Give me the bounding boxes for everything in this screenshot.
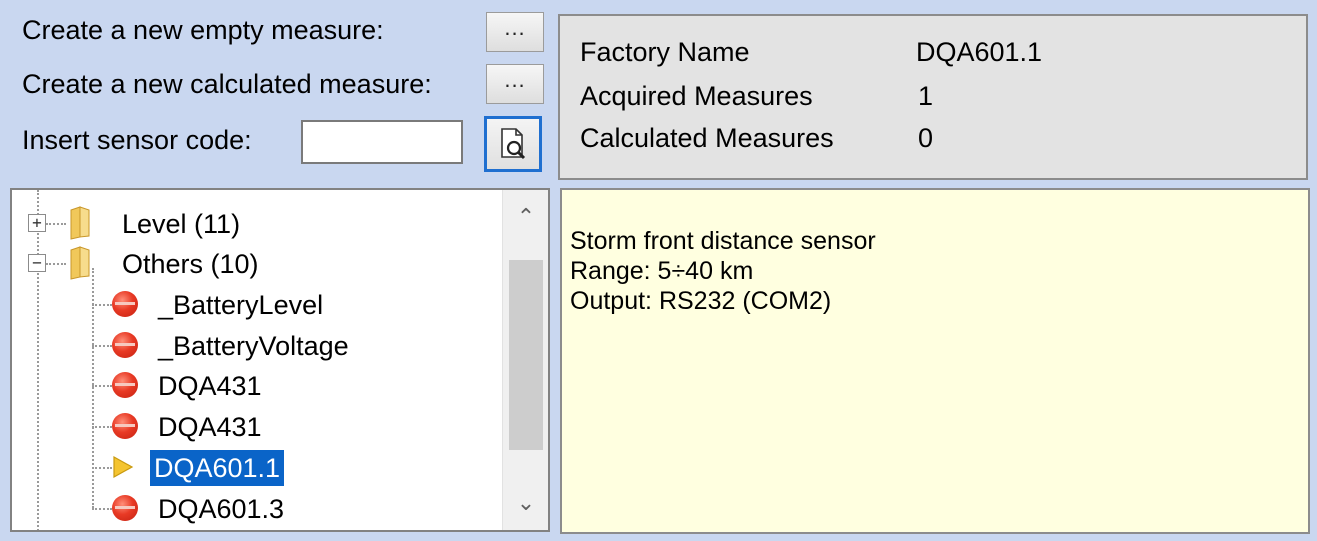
description-line: Storm front distance sensor	[570, 227, 876, 255]
sensor-info-panel: Factory Name DQA601.1 Acquired Measures …	[558, 14, 1308, 180]
red-dot-icon	[112, 372, 138, 398]
tree-item-label: _BatteryLevel	[158, 290, 324, 320]
tree-connector	[92, 467, 112, 469]
tree-group-label: Level (11)	[122, 209, 241, 239]
search-document-icon	[501, 128, 526, 160]
folder-icon	[70, 206, 90, 240]
tree-item-label: DQA431	[158, 371, 262, 401]
description-line: Range: 5÷40 km	[570, 257, 754, 285]
tree-item[interactable]: _BatteryVoltage	[154, 326, 353, 366]
tree-connector	[46, 223, 66, 225]
red-dot-icon	[112, 495, 138, 521]
sensor-tree[interactable]: + Level (11) − Others (10) _BatteryLevel…	[10, 188, 550, 532]
sensor-description-panel: Storm front distance sensor Range: 5÷40 …	[560, 188, 1310, 534]
tree-group-others[interactable]: Others (10)	[118, 244, 263, 284]
sensor-code-label: Insert sensor code:	[22, 125, 252, 155]
collapse-icon[interactable]: −	[28, 254, 46, 272]
tree-scrollbar[interactable]: ⌃ ⌄	[502, 190, 548, 530]
tree-connector	[92, 508, 112, 510]
acquired-measures-label: Acquired Measures	[580, 81, 813, 111]
tree-connector	[92, 304, 112, 306]
tree-item-label: DQA601.1	[150, 450, 285, 486]
scroll-down-icon[interactable]: ⌄	[503, 490, 548, 516]
tree-item-selected[interactable]: DQA601.1	[150, 448, 285, 488]
tree-connector	[37, 190, 39, 530]
yellow-arrow-icon	[113, 455, 134, 479]
tree-item[interactable]: DQA601.3	[154, 489, 288, 529]
sensor-code-input[interactable]	[301, 120, 463, 164]
tree-group-label: Others (10)	[122, 249, 259, 279]
tree-connector	[46, 263, 66, 265]
expand-icon[interactable]: +	[28, 214, 46, 232]
acquired-measures-value: 1	[918, 81, 934, 111]
tree-connector	[92, 426, 112, 428]
search-sensor-button[interactable]	[484, 116, 542, 172]
red-dot-icon	[112, 413, 138, 439]
create-calculated-measure-button[interactable]: ...	[486, 64, 544, 104]
red-dot-icon	[112, 291, 138, 317]
scroll-thumb[interactable]	[509, 260, 543, 450]
calculated-measures-value: 0	[918, 123, 934, 153]
description-line: Output: RS232 (COM2)	[570, 287, 832, 315]
red-dot-icon	[112, 332, 138, 358]
tree-item-label: DQA601.3	[158, 494, 285, 524]
tree-item-label: _BatteryVoltage	[158, 331, 349, 361]
folder-open-icon	[70, 246, 90, 280]
tree-item[interactable]: _BatteryLevel	[154, 285, 327, 325]
tree-connector	[92, 385, 112, 387]
tree-item[interactable]: DQA431	[154, 407, 266, 447]
tree-group-level[interactable]: Level (11)	[118, 204, 244, 244]
scroll-up-icon[interactable]: ⌃	[503, 204, 548, 230]
create-empty-measure-button[interactable]: ...	[486, 12, 544, 52]
tree-item-label: DQA431	[158, 412, 262, 442]
empty-measure-label: Create a new empty measure:	[22, 15, 384, 45]
factory-name-label: Factory Name	[580, 37, 750, 67]
calculated-measures-label: Calculated Measures	[580, 123, 834, 153]
tree-connector	[92, 345, 112, 347]
calculated-measure-label: Create a new calculated measure:	[22, 69, 432, 99]
tree-item[interactable]: DQA431	[154, 366, 266, 406]
factory-name-value: DQA601.1	[916, 37, 1043, 67]
